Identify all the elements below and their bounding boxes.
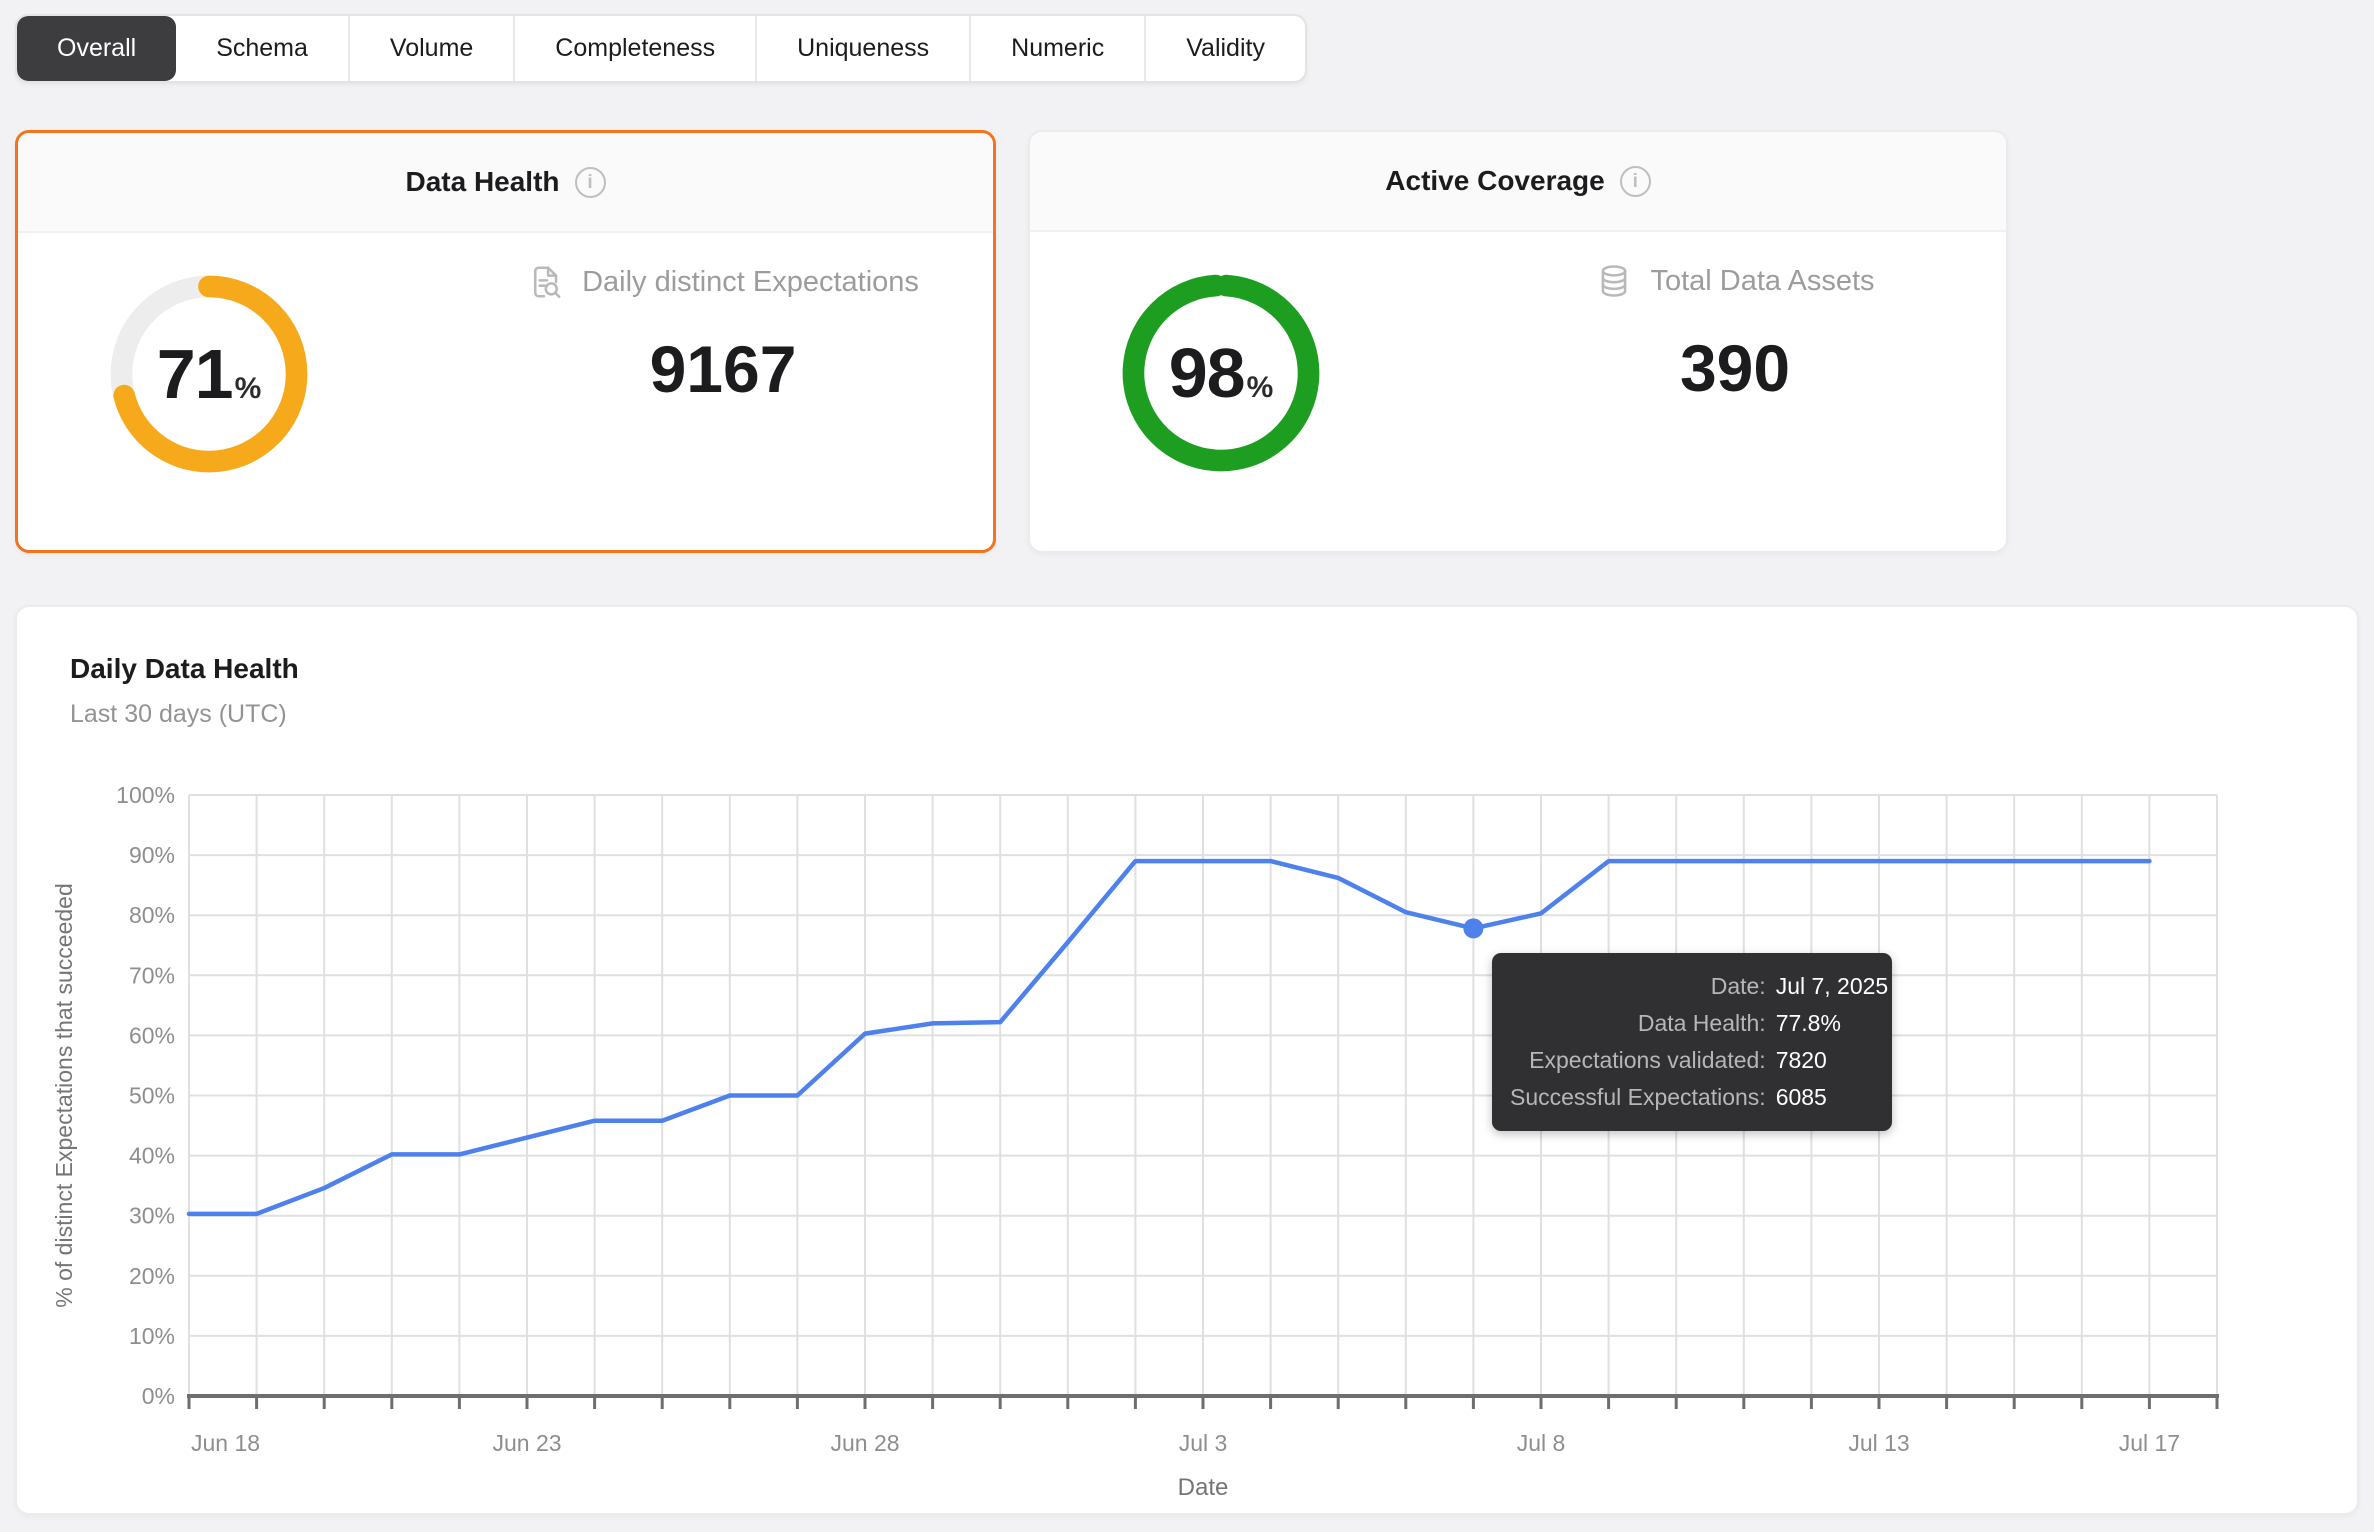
tooltip-label: Successful Expectations: bbox=[1510, 1084, 1766, 1110]
data-health-card-body: 71 % Daily distinct Expectations 9167 bbox=[18, 233, 993, 550]
tooltip-label: Expectations validated: bbox=[1529, 1047, 1766, 1073]
active-coverage-donut: 98 % bbox=[1118, 270, 1324, 476]
database-icon bbox=[1602, 265, 1627, 297]
daily-data-health-card: Daily Data Health Last 30 days (UTC) 0% 1… bbox=[15, 605, 2359, 1515]
svg-text:0%: 0% bbox=[142, 1383, 175, 1409]
svg-text:60%: 60% bbox=[129, 1022, 175, 1048]
metric-label: Daily distinct Expectations bbox=[582, 265, 919, 298]
svg-text:Jun 23: Jun 23 bbox=[492, 1430, 561, 1456]
tab-validity[interactable]: Validity bbox=[1146, 16, 1305, 81]
tab-label: Volume bbox=[389, 34, 474, 62]
svg-text:30%: 30% bbox=[129, 1203, 175, 1229]
tooltip-value: 7820 bbox=[1775, 1047, 1827, 1073]
data-health-percent: 71 bbox=[156, 335, 234, 413]
data-health-donut: 71 % bbox=[106, 271, 312, 477]
tab-label: Schema bbox=[216, 34, 308, 62]
active-coverage-card: Active Coverage i 98 % Total Data Assets… bbox=[1028, 130, 2008, 553]
tooltip-value: 77.8% bbox=[1775, 1010, 1841, 1036]
active-coverage-card-header: Active Coverage i bbox=[1030, 132, 2006, 232]
chart-title: Daily Data Health bbox=[70, 653, 299, 684]
tab-numeric[interactable]: Numeric bbox=[971, 16, 1147, 81]
percent-sign: % bbox=[234, 372, 262, 405]
svg-text:50%: 50% bbox=[129, 1083, 175, 1109]
chart-tooltip: Date: Jul 7, 2025 Data Health: 77.8% Exp… bbox=[1492, 953, 1892, 1131]
tab-label: Uniqueness bbox=[797, 34, 930, 62]
tooltip-label: Data Health: bbox=[1637, 1010, 1766, 1036]
svg-text:90%: 90% bbox=[129, 842, 175, 868]
donut-center-value: 98 % bbox=[1118, 270, 1324, 476]
active-coverage-card-body: 98 % Total Data Assets 390 bbox=[1030, 232, 2006, 551]
tab-label: Overall bbox=[57, 34, 137, 62]
tab-label: Completeness bbox=[555, 34, 716, 62]
svg-text:40%: 40% bbox=[129, 1143, 175, 1169]
data-health-title: Data Health bbox=[405, 166, 560, 197]
tab-label: Numeric bbox=[1011, 34, 1105, 62]
svg-text:70%: 70% bbox=[129, 962, 175, 988]
svg-text:100%: 100% bbox=[116, 782, 175, 808]
tab-schema[interactable]: Schema bbox=[176, 16, 350, 81]
svg-text:Date: Date bbox=[1178, 1474, 1229, 1501]
data-quality-dashboard: Overall Schema Volume Completeness Uniqu… bbox=[0, 0, 2374, 1532]
svg-text:Jul 13: Jul 13 bbox=[1848, 1430, 1909, 1456]
svg-text:Jun 18: Jun 18 bbox=[191, 1430, 260, 1456]
svg-text:% of distinct Expectations tha: % of distinct Expectations that succeede… bbox=[51, 883, 77, 1307]
metric-value: 9167 bbox=[649, 332, 797, 406]
tab-uniqueness[interactable]: Uniqueness bbox=[757, 16, 972, 81]
svg-text:Jul 3: Jul 3 bbox=[1179, 1430, 1228, 1456]
percent-sign: % bbox=[1246, 371, 1274, 404]
donut-center-value: 71 % bbox=[106, 271, 312, 477]
tab-overall[interactable]: Overall bbox=[17, 16, 177, 81]
data-health-metric: Daily distinct Expectations 9167 bbox=[463, 263, 983, 407]
svg-text:Jun 28: Jun 28 bbox=[830, 1430, 899, 1456]
svg-text:20%: 20% bbox=[129, 1263, 175, 1289]
svg-text:80%: 80% bbox=[129, 902, 175, 928]
svg-text:Jul 17: Jul 17 bbox=[2119, 1430, 2180, 1456]
info-icon[interactable]: i bbox=[1619, 165, 1651, 197]
svg-text:Jul 8: Jul 8 bbox=[1517, 1430, 1566, 1456]
data-health-card: Data Health i 71 % Daily distinct Expect… bbox=[15, 130, 996, 553]
active-coverage-title: Active Coverage bbox=[1385, 165, 1605, 196]
tooltip-value: Jul 7, 2025 bbox=[1775, 973, 1889, 999]
metric-label: Total Data Assets bbox=[1650, 264, 1875, 297]
metric-tabbar: Overall Schema Volume Completeness Uniqu… bbox=[15, 14, 1307, 83]
tab-volume[interactable]: Volume bbox=[350, 16, 516, 81]
chart-subtitle: Last 30 days (UTC) bbox=[70, 700, 287, 728]
tooltip-value: 6085 bbox=[1775, 1084, 1827, 1110]
tab-completeness[interactable]: Completeness bbox=[515, 16, 758, 81]
tooltip-label: Date: bbox=[1710, 973, 1766, 999]
document-search-icon bbox=[534, 266, 561, 299]
svg-text:10%: 10% bbox=[129, 1323, 175, 1349]
daily-data-health-line-chart[interactable]: 0% 10% 20% 30% 40% 50% 60% 70% 80% 90% 100% Jun 18 J… bbox=[42, 772, 2332, 1512]
active-coverage-percent: 98 bbox=[1168, 334, 1246, 412]
tab-label: Validity bbox=[1186, 34, 1265, 62]
data-health-card-header: Data Health i bbox=[18, 133, 993, 233]
active-coverage-metric: Total Data Assets 390 bbox=[1475, 262, 1995, 406]
metric-value: 390 bbox=[1679, 331, 1791, 405]
info-icon[interactable]: i bbox=[574, 166, 606, 198]
